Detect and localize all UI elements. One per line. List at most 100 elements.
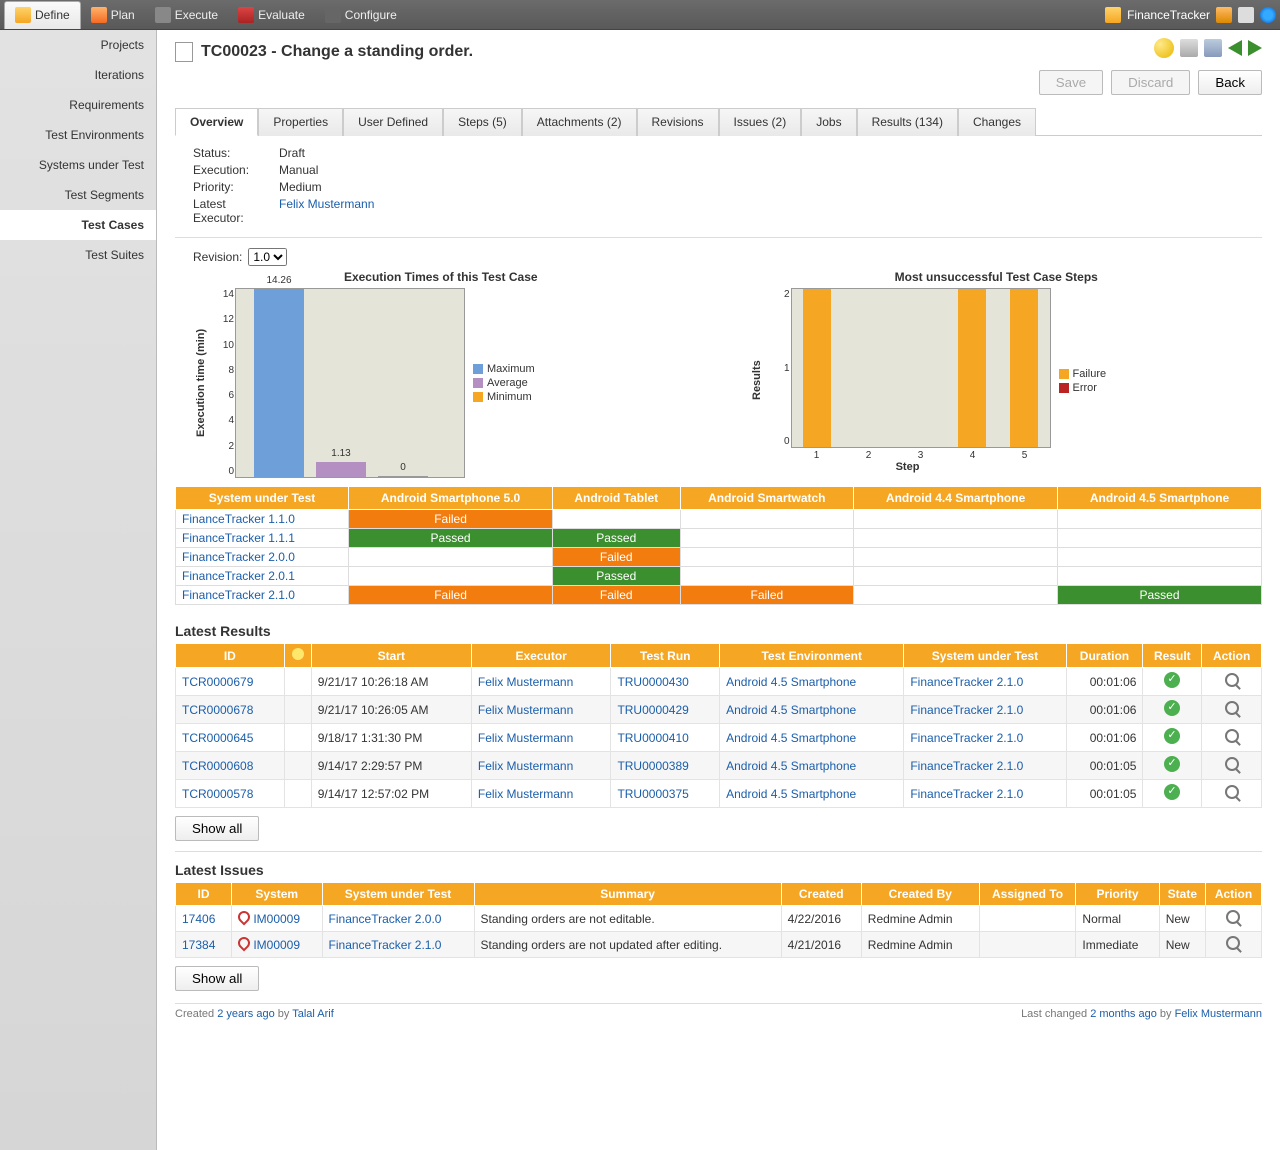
result-id-link[interactable]: TCR0000608 — [182, 759, 253, 773]
sidebar-item-iterations[interactable]: Iterations — [0, 60, 156, 90]
matrix-sut-link[interactable]: FinanceTracker 1.1.0 — [182, 512, 295, 526]
table-row: TCR00006789/21/17 10:26:05 AMFelix Muste… — [176, 696, 1262, 724]
next-icon[interactable] — [1248, 40, 1262, 56]
chart2-plot: 210 — [791, 288, 1051, 448]
sut-link[interactable]: FinanceTracker 2.1.0 — [910, 787, 1023, 801]
sut-link[interactable]: FinanceTracker 2.1.0 — [910, 675, 1023, 689]
view-icon[interactable] — [1225, 701, 1239, 715]
issue-icon — [235, 935, 252, 952]
created-author-link[interactable]: Talal Arif — [292, 1008, 334, 1020]
executor-link[interactable]: Felix Mustermann — [478, 675, 573, 689]
prev-icon[interactable] — [1228, 40, 1242, 56]
result-id-link[interactable]: TCR0000578 — [182, 787, 253, 801]
issue-sut-link[interactable]: FinanceTracker 2.1.0 — [329, 938, 442, 952]
sidebar-item-requirements[interactable]: Requirements — [0, 90, 156, 120]
tab-properties[interactable]: Properties — [258, 108, 343, 136]
env-link[interactable]: Android 4.5 Smartphone — [726, 675, 856, 689]
sidebar-item-sut[interactable]: Systems under Test — [0, 150, 156, 180]
issue-id-link[interactable]: 17384 — [182, 938, 215, 952]
view-icon[interactable] — [1226, 936, 1240, 950]
results-title: Latest Results — [175, 623, 1262, 639]
issue-sut-link[interactable]: FinanceTracker 2.0.0 — [329, 912, 442, 926]
view-icon[interactable] — [1225, 757, 1239, 771]
toolbar-configure[interactable]: Configure — [315, 1, 407, 29]
env-link[interactable]: Android 4.5 Smartphone — [726, 703, 856, 717]
table-row: TCR00006459/18/17 1:31:30 PMFelix Muster… — [176, 724, 1262, 752]
result-id-link[interactable]: TCR0000678 — [182, 703, 253, 717]
show-all-issues-button[interactable]: Show all — [175, 966, 259, 991]
sut-link[interactable]: FinanceTracker 2.1.0 — [910, 731, 1023, 745]
issue-sys-link[interactable]: IM00009 — [253, 912, 300, 926]
changed-time-link[interactable]: 2 months ago — [1090, 1008, 1157, 1020]
issues-title: Latest Issues — [175, 862, 1262, 878]
tabs: Overview Properties User Defined Steps (… — [175, 107, 1262, 136]
created-time-link[interactable]: 2 years ago — [217, 1008, 274, 1020]
changed-author-link[interactable]: Felix Mustermann — [1175, 1008, 1262, 1020]
help-icon[interactable] — [1260, 7, 1276, 23]
sut-link[interactable]: FinanceTracker 2.1.0 — [910, 759, 1023, 773]
tab-revisions[interactable]: Revisions — [637, 108, 719, 136]
tab-jobs[interactable]: Jobs — [801, 108, 856, 136]
matrix-sut-link[interactable]: FinanceTracker 1.1.1 — [182, 531, 295, 545]
testrun-link[interactable]: TRU0000410 — [617, 731, 688, 745]
sidebar-item-testsegments[interactable]: Test Segments — [0, 180, 156, 210]
toolbar-plan[interactable]: Plan — [81, 1, 145, 29]
save-button[interactable]: Save — [1039, 70, 1103, 95]
sidebar-item-projects[interactable]: Projects — [0, 30, 156, 60]
execution-label: Execution: — [193, 163, 279, 177]
view-icon[interactable] — [1225, 785, 1239, 799]
testrun-link[interactable]: TRU0000375 — [617, 787, 688, 801]
toolbar-define[interactable]: Define — [4, 1, 81, 29]
sut-link[interactable]: FinanceTracker 2.1.0 — [910, 703, 1023, 717]
sidebar-item-testcases[interactable]: Test Cases — [0, 210, 156, 240]
print-icon[interactable] — [1180, 39, 1198, 57]
table-row: 17384 IM00009FinanceTracker 2.1.0Standin… — [176, 932, 1262, 958]
view-icon[interactable] — [1225, 673, 1239, 687]
matrix-sut-link[interactable]: FinanceTracker 2.1.0 — [182, 588, 295, 602]
chart1-ylabel: Execution time (min) — [193, 288, 209, 478]
executor-link[interactable]: Felix Mustermann — [478, 759, 573, 773]
tab-steps[interactable]: Steps (5) — [443, 108, 522, 136]
view-icon[interactable] — [1226, 910, 1240, 924]
tab-attachments[interactable]: Attachments (2) — [522, 108, 637, 136]
executor-link[interactable]: Felix Mustermann — [478, 787, 573, 801]
result-id-link[interactable]: TCR0000679 — [182, 675, 253, 689]
sidebar-item-testsuites[interactable]: Test Suites — [0, 240, 156, 270]
sidebar-item-testenvironments[interactable]: Test Environments — [0, 120, 156, 150]
tab-issues[interactable]: Issues (2) — [719, 108, 802, 136]
view-icon[interactable] — [1225, 729, 1239, 743]
matrix-sut-link[interactable]: FinanceTracker 2.0.1 — [182, 569, 295, 583]
tab-changes[interactable]: Changes — [958, 108, 1036, 136]
tab-userdefined[interactable]: User Defined — [343, 108, 443, 136]
matrix-sut-link[interactable]: FinanceTracker 2.0.0 — [182, 550, 295, 564]
issue-sys-link[interactable]: IM00009 — [253, 938, 300, 952]
status-light-icon[interactable] — [1154, 38, 1174, 58]
testrun-link[interactable]: TRU0000430 — [617, 675, 688, 689]
env-link[interactable]: Android 4.5 Smartphone — [726, 731, 856, 745]
chart1-legend: Maximum Average Minimum — [473, 361, 535, 405]
discard-button[interactable]: Discard — [1111, 70, 1190, 95]
issue-id-link[interactable]: 17406 — [182, 912, 215, 926]
executor-link[interactable]: Felix Mustermann — [478, 703, 573, 717]
check-icon — [1164, 728, 1180, 744]
executor-link[interactable]: Felix Mustermann — [279, 197, 374, 225]
revision-select[interactable]: 1.0 — [248, 248, 287, 266]
env-link[interactable]: Android 4.5 Smartphone — [726, 787, 856, 801]
tab-overview[interactable]: Overview — [175, 108, 258, 136]
testrun-link[interactable]: TRU0000429 — [617, 703, 688, 717]
toolbar-evaluate[interactable]: Evaluate — [228, 1, 315, 29]
copy-icon[interactable] — [1204, 39, 1222, 57]
project-name[interactable]: FinanceTracker — [1127, 8, 1210, 22]
show-all-results-button[interactable]: Show all — [175, 816, 259, 841]
priority-label: Priority: — [193, 180, 279, 194]
toolbar-execute[interactable]: Execute — [145, 1, 228, 29]
news-icon[interactable] — [1216, 7, 1232, 23]
check-icon — [1164, 784, 1180, 800]
env-link[interactable]: Android 4.5 Smartphone — [726, 759, 856, 773]
executor-link[interactable]: Felix Mustermann — [478, 731, 573, 745]
back-button[interactable]: Back — [1198, 70, 1262, 95]
page-icon[interactable] — [1238, 7, 1254, 23]
result-id-link[interactable]: TCR0000645 — [182, 731, 253, 745]
testrun-link[interactable]: TRU0000389 — [617, 759, 688, 773]
tab-results[interactable]: Results (134) — [857, 108, 958, 136]
